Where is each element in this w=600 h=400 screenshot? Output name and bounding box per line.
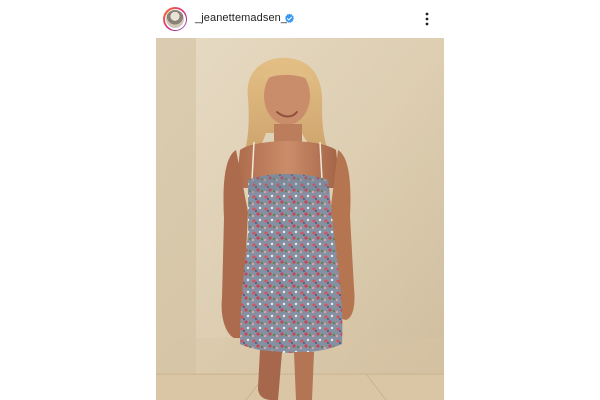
avatar-photo [166,10,184,28]
photo-illustration [156,38,444,400]
more-options-icon [425,12,429,26]
instagram-post: _jeanettemadsen_ [0,0,600,400]
profile-avatar[interactable] [163,7,187,31]
username-link[interactable]: _jeanettemadsen_ [195,12,287,24]
more-options-button[interactable] [420,9,434,29]
post-header: _jeanettemadsen_ [156,0,444,38]
verified-badge-icon [285,13,294,23]
post-photo[interactable] [156,38,444,400]
avatar-ring [164,8,186,30]
